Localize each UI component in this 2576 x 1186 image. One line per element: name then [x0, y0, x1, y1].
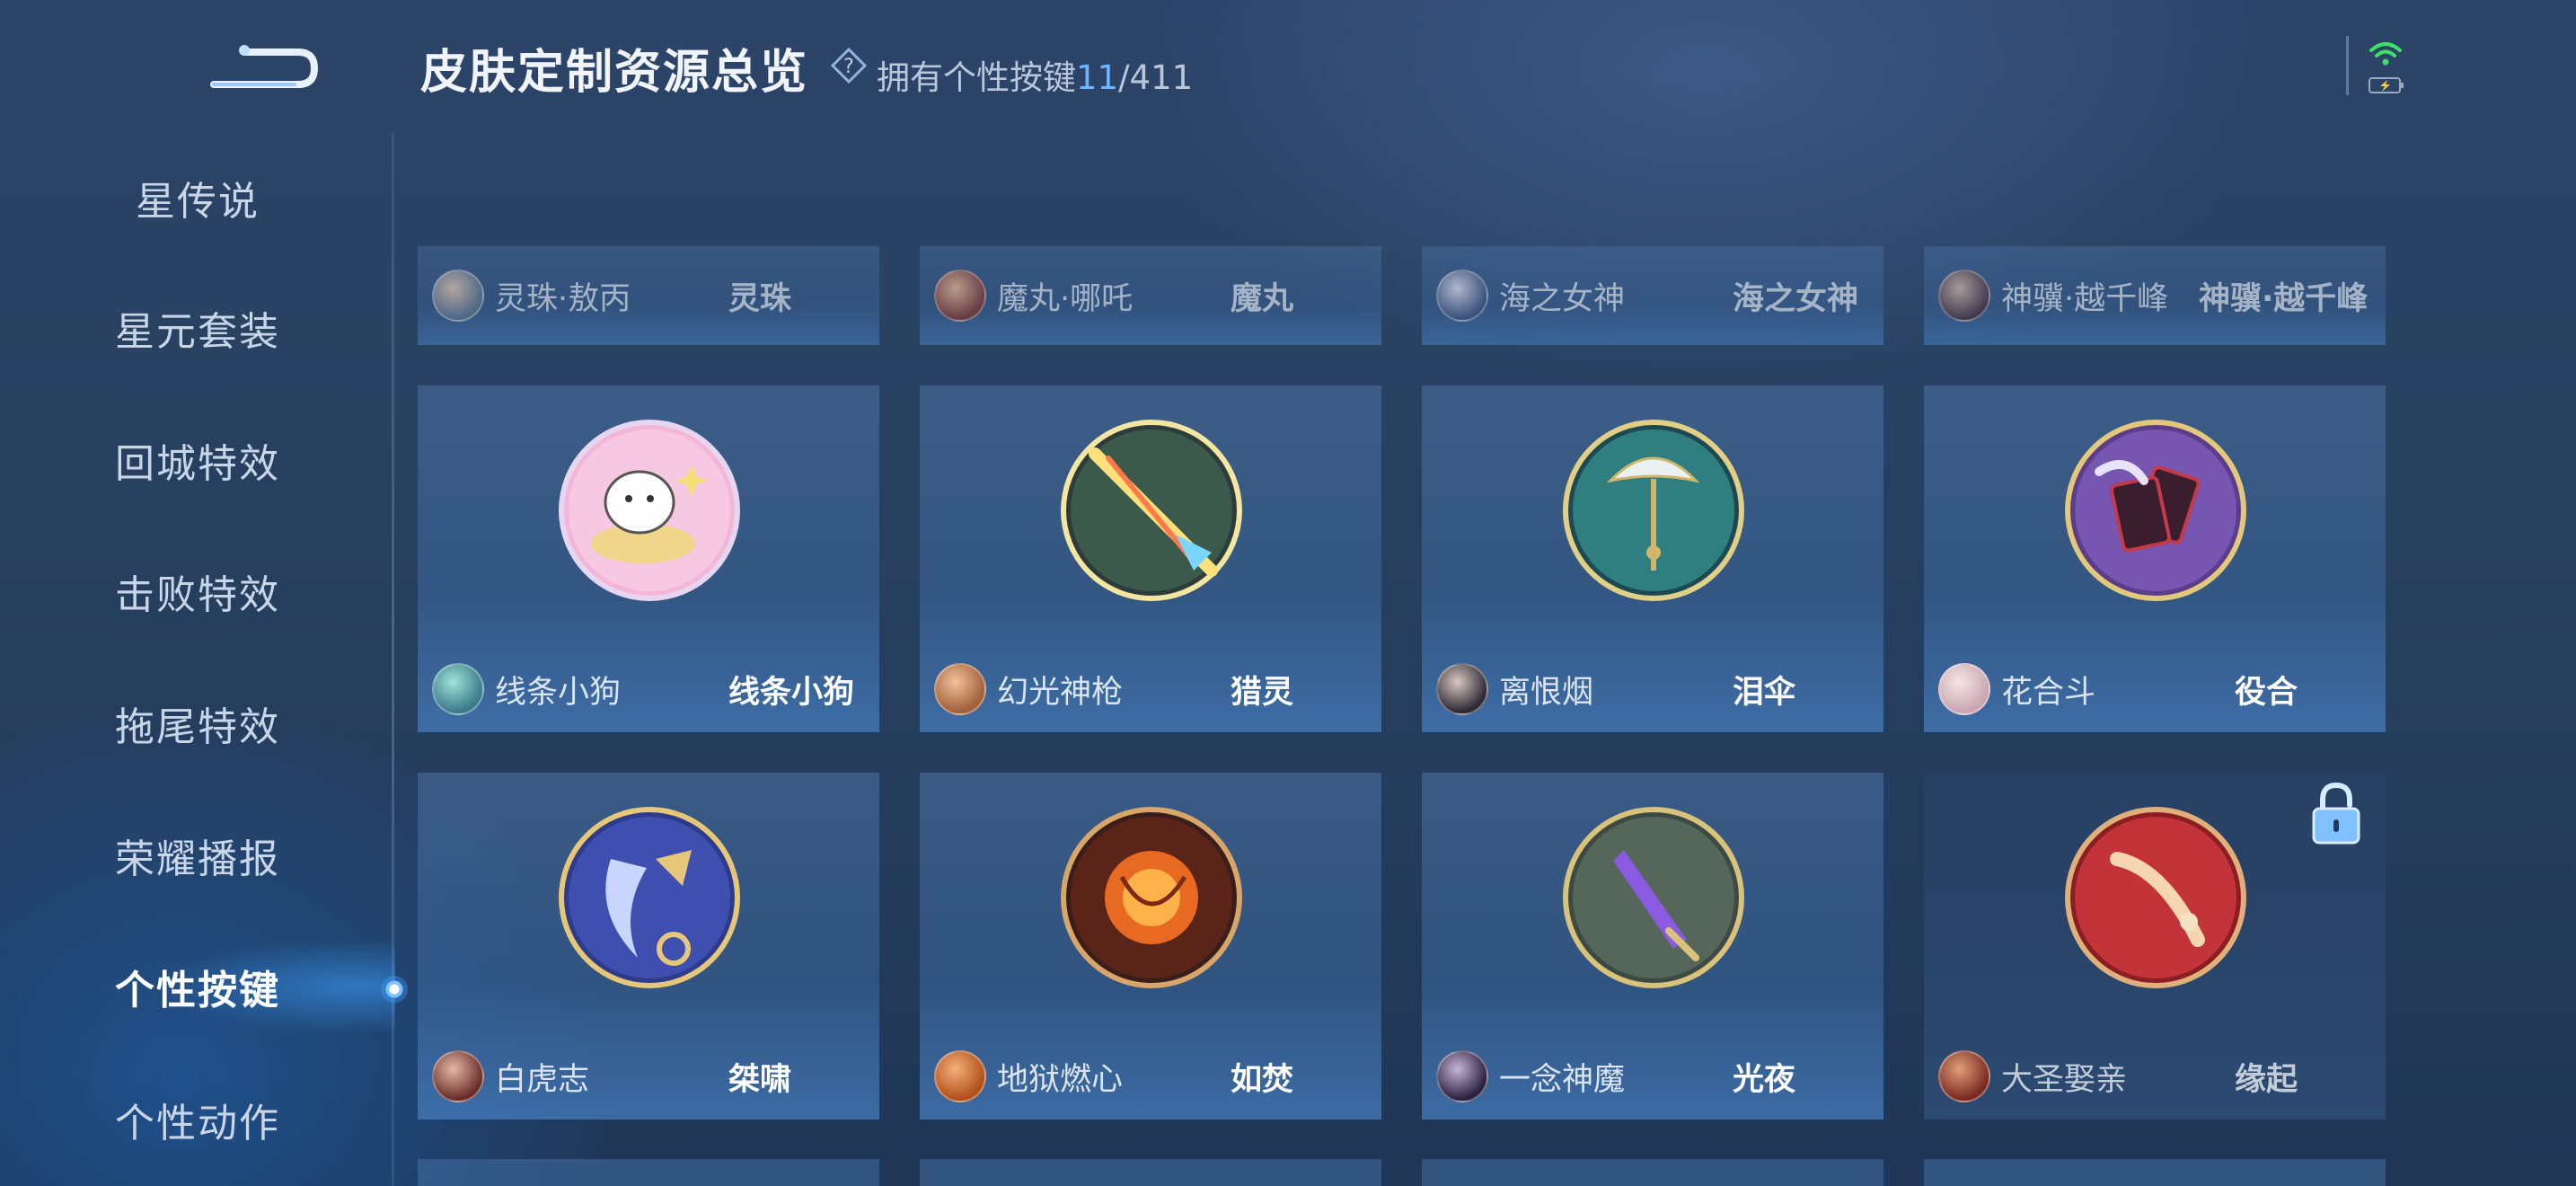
sidebar-item-recall-effect[interactable]: 回城特效: [0, 415, 395, 505]
hero-avatar: [1938, 270, 1990, 322]
hero-name: 魔丸·哪吒: [997, 280, 1134, 317]
hero-name: 海之女神: [1499, 280, 1626, 317]
hero-name: 一念神魔: [1499, 1061, 1626, 1098]
skin-card[interactable]: 幻光神枪 猎灵: [920, 385, 1381, 732]
hero-avatar: [1436, 663, 1488, 715]
skin-name: 线条小狗: [728, 674, 855, 711]
skin-card-partial[interactable]: [1924, 1159, 2386, 1186]
active-indicator: [381, 976, 408, 1003]
skin-name: 神骥·越千峰: [2199, 280, 2369, 317]
skin-name: 缘起: [2235, 1061, 2298, 1098]
hero-name: 大圣娶亲: [2001, 1061, 2128, 1098]
sidebar-item-trail-effect[interactable]: 拖尾特效: [0, 678, 395, 768]
skin-name: 役合: [2235, 674, 2298, 711]
skin-name: 桀啸: [728, 1061, 792, 1098]
status-divider: [2346, 36, 2349, 95]
hero-name: 神骥·越千峰: [2001, 280, 2169, 317]
sidebar-item-custom-actions[interactable]: 个性动作: [0, 1075, 395, 1164]
button-emblem-icon: [559, 807, 740, 988]
hero-avatar: [432, 270, 484, 322]
hero-name: 地狱燃心: [997, 1061, 1124, 1098]
hero-avatar: [1436, 1050, 1488, 1102]
skin-card[interactable]: 线条小狗 线条小狗: [418, 385, 879, 732]
button-emblem-icon: [2065, 420, 2246, 601]
skin-card-partial[interactable]: [920, 1159, 1381, 1186]
hero-avatar: [934, 1050, 986, 1102]
hero-avatar: [934, 663, 986, 715]
hero-avatar: [432, 663, 484, 715]
hero-name: 灵珠·敖丙: [495, 280, 631, 317]
skin-card[interactable]: 地狱燃心 如焚: [920, 773, 1381, 1120]
skin-card-locked[interactable]: 大圣娶亲 缘起: [1924, 773, 2386, 1120]
skin-card[interactable]: 花合斗 役合: [1924, 385, 2386, 732]
hero-name: 花合斗: [2001, 674, 2096, 711]
skin-card[interactable]: 海之女神 海之女神: [1422, 246, 1883, 345]
button-emblem-icon: [1061, 420, 1242, 601]
help-icon[interactable]: ?: [830, 47, 868, 84]
owned-count-prefix: 拥有个性按键: [877, 58, 1076, 97]
sidebar-item-glory-broadcast[interactable]: 荣耀播报: [0, 810, 395, 900]
skin-name: 灵珠: [728, 280, 792, 317]
sidebar-item-star-suit[interactable]: 星元套装: [0, 283, 395, 373]
owned-count-label: 拥有个性按键11/411: [877, 50, 1193, 99]
hero-avatar: [1938, 663, 1990, 715]
button-emblem-icon: [1061, 807, 1242, 988]
skin-card-partial[interactable]: [1422, 1159, 1883, 1186]
back-icon[interactable]: [205, 32, 320, 93]
skin-name: 魔丸: [1231, 280, 1294, 317]
sidebar-item-kill-effect[interactable]: 击败特效: [0, 546, 395, 636]
wifi-icon: [2369, 42, 2402, 66]
skin-name: 光夜: [1733, 1061, 1796, 1098]
skin-card[interactable]: 离恨烟 泪伞: [1422, 385, 1883, 732]
total-count: /411: [1118, 58, 1194, 97]
sidebar-item-star-legend[interactable]: 星传说: [0, 153, 395, 243]
button-emblem-icon: [2065, 807, 2246, 988]
sidebar-item-custom-buttons[interactable]: 个性按键: [0, 942, 395, 1031]
hero-avatar: [1436, 270, 1488, 322]
button-emblem-icon: [1563, 807, 1744, 988]
hero-avatar: [934, 270, 986, 322]
skin-name: 猎灵: [1231, 674, 1294, 711]
skin-card[interactable]: 一念神魔 光夜: [1422, 773, 1883, 1120]
page-title: 皮肤定制资源总览: [420, 46, 809, 100]
hero-avatar: [432, 1050, 484, 1102]
battery-icon: [2369, 77, 2404, 93]
skin-name: 海之女神: [1733, 280, 1859, 317]
svg-text:?: ?: [843, 56, 854, 78]
skin-card[interactable]: 灵珠·敖丙 灵珠: [418, 246, 879, 345]
button-emblem-icon: [559, 420, 740, 601]
lock-icon: [2312, 782, 2360, 845]
hero-avatar: [1938, 1050, 1990, 1102]
hero-name: 白虎志: [495, 1061, 590, 1098]
hero-name: 幻光神枪: [997, 674, 1124, 711]
hero-name: 线条小狗: [495, 674, 622, 711]
skin-card[interactable]: 白虎志 桀啸: [418, 773, 879, 1120]
skin-card-partial[interactable]: [418, 1159, 879, 1186]
owned-count: 11: [1076, 58, 1119, 97]
hero-name: 离恨烟: [1499, 674, 1594, 711]
skin-name: 如焚: [1231, 1061, 1294, 1098]
skin-name: 泪伞: [1733, 674, 1796, 711]
skin-card[interactable]: 神骥·越千峰 神骥·越千峰: [1924, 246, 2386, 345]
skin-card[interactable]: 魔丸·哪吒 魔丸: [920, 246, 1381, 345]
button-emblem-icon: [1563, 420, 1744, 601]
